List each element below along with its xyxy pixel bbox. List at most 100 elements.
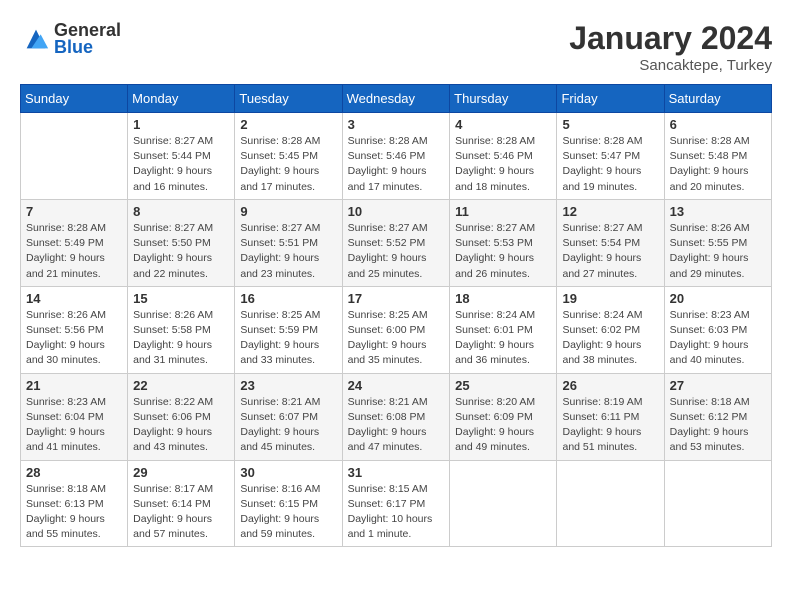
day-number: 9 [240,204,336,219]
day-number: 10 [348,204,445,219]
day-number: 8 [133,204,229,219]
calendar-header-row: SundayMondayTuesdayWednesdayThursdayFrid… [21,85,772,113]
logo-blue: Blue [54,37,121,58]
calendar-cell: 18 Sunrise: 8:24 AMSunset: 6:01 PMDayligh… [450,286,557,373]
day-number: 27 [670,378,766,393]
calendar-cell: 4 Sunrise: 8:28 AMSunset: 5:46 PMDaylight… [450,113,557,200]
day-number: 13 [670,204,766,219]
calendar-week-row: 21 Sunrise: 8:23 AMSunset: 6:04 PMDayligh… [21,373,772,460]
day-info: Sunrise: 8:16 AMSunset: 6:15 PMDaylight:… [240,482,336,543]
day-number: 22 [133,378,229,393]
day-number: 17 [348,291,445,306]
day-info: Sunrise: 8:21 AMSunset: 6:07 PMDaylight:… [240,395,336,456]
calendar-week-row: 1Sunrise: 8:27 AMSunset: 5:44 PMDaylight… [21,113,772,200]
day-info: Sunrise: 8:21 AMSunset: 6:08 PMDaylight:… [348,395,445,456]
day-number: 4 [455,117,551,132]
day-info: Sunrise: 8:26 AMSunset: 5:55 PMDaylight:… [670,221,766,282]
calendar-cell: 25 Sunrise: 8:20 AMSunset: 6:09 PMDayligh… [450,373,557,460]
calendar-cell [557,460,664,547]
calendar-table: SundayMondayTuesdayWednesdayThursdayFrid… [20,84,772,547]
calendar-cell: 26Sunrise: 8:19 AMSunset: 6:11 PMDayligh… [557,373,664,460]
calendar-cell: 10Sunrise: 8:27 AMSunset: 5:52 PMDayligh… [342,199,450,286]
day-info: Sunrise: 8:27 AMSunset: 5:53 PMDaylight:… [455,221,551,282]
day-number: 5 [562,117,658,132]
day-info: Sunrise: 8:28 AMSunset: 5:46 PMDaylight:… [348,134,445,195]
day-number: 2 [240,117,336,132]
calendar-cell: 11 Sunrise: 8:27 AMSunset: 5:53 PMDayligh… [450,199,557,286]
day-info: Sunrise: 8:25 AMSunset: 5:59 PMDaylight:… [240,308,336,369]
day-number: 30 [240,465,336,480]
day-info: Sunrise: 8:28 AMSunset: 5:46 PMDaylight:… [455,134,551,195]
calendar-cell [450,460,557,547]
day-number: 1 [133,117,229,132]
calendar-cell: 17 Sunrise: 8:25 AMSunset: 6:00 PMDayligh… [342,286,450,373]
day-number: 12 [562,204,658,219]
day-number: 6 [670,117,766,132]
day-info: Sunrise: 8:23 AMSunset: 6:04 PMDaylight:… [26,395,122,456]
day-number: 31 [348,465,445,480]
day-number: 7 [26,204,122,219]
calendar-cell: 23 Sunrise: 8:21 AMSunset: 6:07 PMDayligh… [235,373,342,460]
day-info: Sunrise: 8:20 AMSunset: 6:09 PMDaylight:… [455,395,551,456]
day-info: Sunrise: 8:28 AMSunset: 5:45 PMDaylight:… [240,134,336,195]
calendar-header-saturday: Saturday [664,85,771,113]
calendar-cell: 8 Sunrise: 8:27 AMSunset: 5:50 PMDaylight… [128,199,235,286]
day-info: Sunrise: 8:28 AMSunset: 5:47 PMDaylight:… [562,134,658,195]
calendar-header-sunday: Sunday [21,85,128,113]
calendar-cell: 13 Sunrise: 8:26 AMSunset: 5:55 PMDayligh… [664,199,771,286]
day-info: Sunrise: 8:28 AMSunset: 5:48 PMDaylight:… [670,134,766,195]
calendar-cell: 21 Sunrise: 8:23 AMSunset: 6:04 PMDayligh… [21,373,128,460]
calendar-header-monday: Monday [128,85,235,113]
calendar-week-row: 7Sunrise: 8:28 AMSunset: 5:49 PMDaylight… [21,199,772,286]
page-header: General Blue January 2024 Sancaktepe, Tu… [20,20,772,74]
calendar-cell: 24 Sunrise: 8:21 AMSunset: 6:08 PMDayligh… [342,373,450,460]
calendar-cell: 9 Sunrise: 8:27 AMSunset: 5:51 PMDaylight… [235,199,342,286]
calendar-cell: 20Sunrise: 8:23 AMSunset: 6:03 PMDayligh… [664,286,771,373]
calendar-header-friday: Friday [557,85,664,113]
day-info: Sunrise: 8:26 AMSunset: 5:56 PMDaylight:… [26,308,122,369]
day-number: 25 [455,378,551,393]
day-info: Sunrise: 8:26 AMSunset: 5:58 PMDaylight:… [133,308,229,369]
day-info: Sunrise: 8:25 AMSunset: 6:00 PMDaylight:… [348,308,445,369]
day-number: 21 [26,378,122,393]
calendar-cell: 28Sunrise: 8:18 AMSunset: 6:13 PMDayligh… [21,460,128,547]
calendar-cell: 15Sunrise: 8:26 AMSunset: 5:58 PMDayligh… [128,286,235,373]
day-number: 16 [240,291,336,306]
day-number: 11 [455,204,551,219]
day-info: Sunrise: 8:27 AMSunset: 5:54 PMDaylight:… [562,221,658,282]
calendar-cell: 1Sunrise: 8:27 AMSunset: 5:44 PMDaylight… [128,113,235,200]
title-section: January 2024 Sancaktepe, Turkey [569,20,772,74]
day-info: Sunrise: 8:27 AMSunset: 5:50 PMDaylight:… [133,221,229,282]
day-info: Sunrise: 8:18 AMSunset: 6:12 PMDaylight:… [670,395,766,456]
day-info: Sunrise: 8:24 AMSunset: 6:02 PMDaylight:… [562,308,658,369]
day-number: 26 [562,378,658,393]
day-info: Sunrise: 8:18 AMSunset: 6:13 PMDaylight:… [26,482,122,543]
calendar-cell: 7Sunrise: 8:28 AMSunset: 5:49 PMDaylight… [21,199,128,286]
day-number: 18 [455,291,551,306]
calendar-header-thursday: Thursday [450,85,557,113]
calendar-cell: 31 Sunrise: 8:15 AMSunset: 6:17 PMDayligh… [342,460,450,547]
day-info: Sunrise: 8:24 AMSunset: 6:01 PMDaylight:… [455,308,551,369]
day-number: 20 [670,291,766,306]
day-number: 24 [348,378,445,393]
calendar-cell: 2 Sunrise: 8:28 AMSunset: 5:45 PMDaylight… [235,113,342,200]
calendar-cell: 19 Sunrise: 8:24 AMSunset: 6:02 PMDayligh… [557,286,664,373]
day-info: Sunrise: 8:27 AMSunset: 5:51 PMDaylight:… [240,221,336,282]
calendar-cell: 3 Sunrise: 8:28 AMSunset: 5:46 PMDaylight… [342,113,450,200]
calendar-cell [664,460,771,547]
day-info: Sunrise: 8:15 AMSunset: 6:17 PMDaylight:… [348,482,445,543]
logo: General Blue [20,20,121,58]
day-number: 23 [240,378,336,393]
day-number: 14 [26,291,122,306]
month-year-title: January 2024 [569,20,772,57]
calendar-cell: 5 Sunrise: 8:28 AMSunset: 5:47 PMDaylight… [557,113,664,200]
calendar-header-tuesday: Tuesday [235,85,342,113]
calendar-cell: 16 Sunrise: 8:25 AMSunset: 5:59 PMDayligh… [235,286,342,373]
day-number: 19 [562,291,658,306]
calendar-week-row: 28Sunrise: 8:18 AMSunset: 6:13 PMDayligh… [21,460,772,547]
calendar-cell: 30 Sunrise: 8:16 AMSunset: 6:15 PMDayligh… [235,460,342,547]
calendar-cell: 6 Sunrise: 8:28 AMSunset: 5:48 PMDaylight… [664,113,771,200]
day-number: 3 [348,117,445,132]
calendar-cell: 22Sunrise: 8:22 AMSunset: 6:06 PMDayligh… [128,373,235,460]
calendar-cell: 29Sunrise: 8:17 AMSunset: 6:14 PMDayligh… [128,460,235,547]
